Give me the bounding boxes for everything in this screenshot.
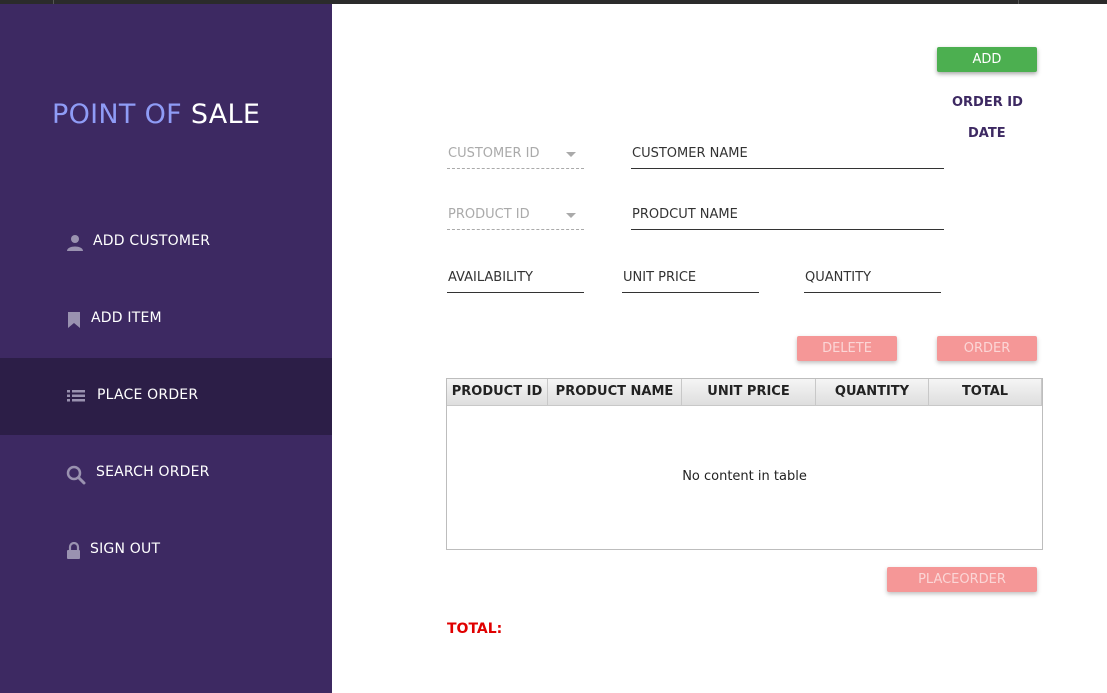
quantity-field[interactable]: QUANTITY — [804, 268, 941, 293]
product-name-field[interactable]: PRODCUT NAME — [631, 205, 944, 230]
place-order-button[interactable]: PLACEORDER — [887, 567, 1037, 592]
app-title-accent: POINT OF — [52, 99, 191, 130]
unit-price-field[interactable]: UNIT PRICE — [622, 268, 759, 293]
sidebar-item-add-item[interactable]: ADD ITEM — [0, 281, 332, 358]
customer-name-field[interactable]: CUSTOMER NAME — [631, 144, 944, 169]
sidebar-item-add-customer[interactable]: ADD CUSTOMER — [0, 204, 332, 281]
chevron-down-icon — [566, 152, 576, 157]
column-header-product-name[interactable]: PRODUCT NAME — [548, 379, 682, 405]
table-header: PRODUCT ID PRODUCT NAME UNIT PRICE QUANT… — [447, 379, 1042, 406]
bookmark-icon — [66, 311, 84, 329]
total-label: TOTAL: — [447, 621, 503, 637]
product-id-combobox[interactable]: PRODUCT ID — [447, 205, 584, 230]
order-id-label: ORDER ID — [952, 95, 1023, 110]
lock-icon — [66, 541, 84, 560]
sidebar-item-label: ADD ITEM — [91, 310, 162, 326]
order-table[interactable]: PRODUCT ID PRODUCT NAME UNIT PRICE QUANT… — [446, 378, 1043, 550]
column-header-quantity[interactable]: QUANTITY — [816, 379, 929, 405]
customer-name-prompt: CUSTOMER NAME — [632, 146, 748, 161]
chevron-down-icon — [566, 213, 576, 218]
sidebar-item-sign-out[interactable]: SIGN OUT — [0, 512, 332, 589]
column-header-product-id[interactable]: PRODUCT ID — [447, 379, 548, 405]
search-icon — [66, 465, 86, 485]
order-button[interactable]: ORDER — [937, 336, 1037, 361]
quantity-prompt: QUANTITY — [805, 270, 872, 285]
sidebar-item-label: PLACE ORDER — [97, 387, 199, 403]
availability-field[interactable]: AVAILABILITY — [447, 268, 584, 293]
app-title-main: SALE — [190, 99, 261, 130]
column-header-unit-price[interactable]: UNIT PRICE — [682, 379, 816, 405]
sidebar-item-label: ADD CUSTOMER — [93, 233, 211, 249]
delete-button[interactable]: DELETE — [797, 336, 897, 361]
date-label: DATE — [968, 126, 1006, 141]
customer-id-prompt: CUSTOMER ID — [448, 146, 540, 161]
user-icon — [66, 234, 84, 252]
add-button[interactable]: ADD — [937, 47, 1037, 72]
sidebar-item-place-order[interactable]: PLACE ORDER — [0, 358, 332, 435]
customer-id-combobox[interactable]: CUSTOMER ID — [447, 144, 584, 169]
sidebar-item-label: SIGN OUT — [90, 541, 161, 557]
column-header-total[interactable]: TOTAL — [929, 379, 1042, 405]
app-title: POINT OF SALE — [52, 99, 260, 130]
sidebar-item-search-order[interactable]: SEARCH ORDER — [0, 435, 332, 512]
top-bar-separator — [1018, 0, 1019, 4]
product-name-prompt: PRODCUT NAME — [632, 207, 738, 222]
list-icon — [66, 388, 85, 406]
availability-prompt: AVAILABILITY — [448, 270, 533, 285]
sidebar: POINT OF SALE ADD CUSTOMER ADD ITEM PLAC… — [0, 4, 332, 693]
sidebar-item-label: SEARCH ORDER — [96, 464, 210, 480]
product-id-prompt: PRODUCT ID — [448, 207, 530, 222]
unit-price-prompt: UNIT PRICE — [623, 270, 697, 285]
table-empty-placeholder: No content in table — [682, 469, 807, 484]
